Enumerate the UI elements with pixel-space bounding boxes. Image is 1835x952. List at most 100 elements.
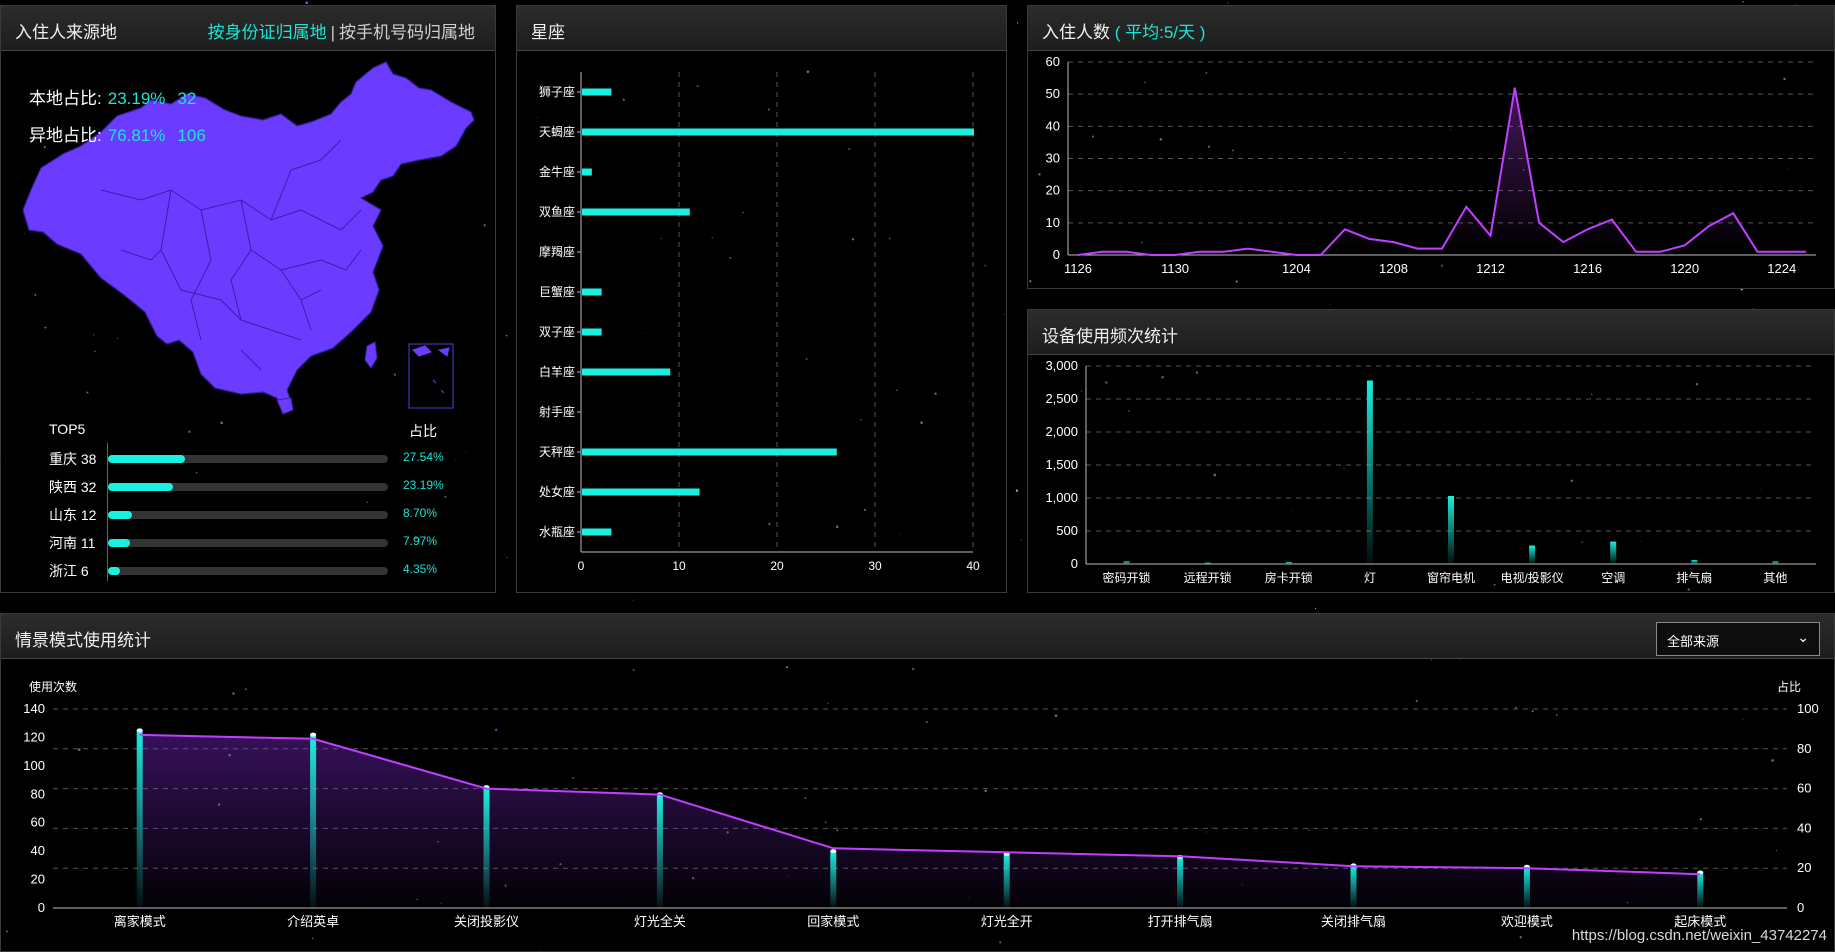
y-tick-label: 140 <box>23 701 45 716</box>
category-label: 欢迎模式 <box>1501 914 1553 929</box>
bar <box>830 851 837 908</box>
bar <box>1523 866 1530 908</box>
x-tick-label: 10 <box>672 559 686 573</box>
top5-track <box>108 567 388 575</box>
local-ratio: 本地占比: 23.19% 32 <box>29 84 196 109</box>
x-tick-label: 1208 <box>1379 261 1408 276</box>
top5-track <box>108 483 388 491</box>
bar <box>1529 545 1536 564</box>
switch-phone[interactable]: 按手机号码归属地 <box>339 23 475 42</box>
star-dot <box>1015 489 1019 492</box>
checkin-average: ( 平均:5/天 ) <box>1114 23 1206 42</box>
ratio-label: 占比 <box>409 423 437 439</box>
remote-ratio-count: 106 <box>177 126 206 145</box>
bar <box>582 368 671 376</box>
bar <box>1772 561 1779 564</box>
zodiac-panel-header: 星座 <box>517 6 1006 51</box>
bar <box>1350 865 1357 908</box>
y2-tick-label: 60 <box>1797 781 1811 796</box>
top5-name: 重庆 38 <box>49 451 97 467</box>
star-dot <box>506 556 508 558</box>
device-panel-title: 设备使用频次统计 <box>1042 327 1178 346</box>
category-label: 回家模式 <box>807 914 859 929</box>
x-tick-label: 20 <box>770 559 784 573</box>
category-label: 介绍英卓 <box>287 914 339 929</box>
local-ratio-label: 本地占比: <box>29 89 102 108</box>
china-map[interactable] <box>1 50 497 450</box>
top5-pct: 27.54% <box>403 450 444 464</box>
y-tick-label: 1,000 <box>1045 490 1078 505</box>
category-label: 灯光全开 <box>981 914 1033 929</box>
source-select-value: 全部来源 <box>1667 634 1720 649</box>
category-label: 密码开锁 <box>1103 570 1151 585</box>
scene-panel: 情景模式使用统计 全部来源 ⌄ 使用次数 占比 0 20 40 60 80 100 120 140… <box>0 613 1835 952</box>
bar <box>656 794 663 908</box>
device-bar-chart: 0 500 1,000 1,500 2,000 2,500 3,000 密码开锁 远程开锁 房卡开… <box>1045 358 1816 585</box>
top5-label: TOP5 <box>49 421 86 437</box>
south-sea-islands <box>412 345 450 394</box>
bar <box>1697 872 1704 908</box>
category-label: 水瓶座 <box>539 524 575 539</box>
x-tick-label: 1126 <box>1064 261 1092 276</box>
category-label: 灯光全关 <box>634 914 686 929</box>
bar <box>582 128 974 136</box>
bar-cap <box>830 849 837 854</box>
top5-track <box>108 455 388 463</box>
category-label: 天秤座 <box>539 444 575 459</box>
top5-row: 山东 12 8.70% <box>23 505 463 525</box>
source-switch: 按身份证归属地 | 按手机号码归属地 <box>208 18 475 43</box>
y-tick-label: 2,000 <box>1045 424 1078 439</box>
y2-axis-title: 占比 <box>1777 679 1801 694</box>
bar <box>582 208 690 216</box>
y-tick-label: 50 <box>1046 86 1060 101</box>
y-tick-label: 2,500 <box>1045 391 1078 406</box>
top5-pct: 7.97% <box>403 534 438 548</box>
top5-fill <box>108 539 131 547</box>
checkin-line-chart: 0 10 20 30 40 50 60 1126 1130 1204 1208 1212 1216 122… <box>1046 54 1816 276</box>
taiwan-shape <box>364 341 378 369</box>
star-dot <box>305 1 308 5</box>
y-tick-label: 100 <box>23 758 45 773</box>
bar <box>310 734 317 908</box>
x-tick-label: 40 <box>966 559 980 573</box>
y-tick-label: 0 <box>1053 247 1060 262</box>
x-tick-label: 30 <box>868 559 882 573</box>
remote-ratio: 异地占比: 76.81% 106 <box>29 121 206 146</box>
y-tick-label: 1,500 <box>1045 457 1078 472</box>
category-label: 射手座 <box>539 404 575 419</box>
y-tick-label: 40 <box>1046 118 1060 133</box>
top5-pct: 23.19% <box>403 478 444 492</box>
y-tick-label: 60 <box>1046 54 1060 69</box>
switch-separator: | <box>330 23 335 42</box>
star-dot <box>1742 1 1744 3</box>
top5-name: 浙江 6 <box>49 563 89 579</box>
bar <box>582 528 612 536</box>
y-axis-title: 使用次数 <box>29 679 77 694</box>
top5-fill <box>108 567 121 575</box>
scene-panel-title: 情景模式使用统计 <box>15 631 151 650</box>
bar <box>1448 496 1454 564</box>
top5-name: 山东 12 <box>49 507 97 523</box>
y-tick-label: 0 <box>1071 556 1078 571</box>
star-dot <box>1227 2 1229 4</box>
zodiac-bar-chart: 0 10 20 30 40 狮子座天蝎座金牛座双鱼座摩羯座巨蟹座双子座白羊座射手座天秤座处… <box>539 72 980 573</box>
category-label: 处女座 <box>539 484 575 499</box>
top5-pct: 8.70% <box>403 506 438 520</box>
x-tick-label: 0 <box>578 559 585 573</box>
x-tick-label: 1224 <box>1767 261 1796 276</box>
category-label: 排气扇 <box>1676 570 1712 585</box>
star-dot <box>632 599 634 601</box>
bar-cap <box>310 732 317 737</box>
y2-tick-label: 100 <box>1797 701 1819 716</box>
bar <box>1204 562 1211 564</box>
zodiac-panel: 星座 0 10 20 30 40 狮子座 天蝎座 金牛座 双鱼座 摩羯座 巨蟹座 双子座 白羊座 射手座天… <box>516 5 1007 593</box>
bar <box>582 448 837 456</box>
y2-tick-label: 80 <box>1797 741 1811 756</box>
bar <box>582 488 700 496</box>
checkin-title-text: 入住人数 <box>1042 23 1110 42</box>
switch-id-card[interactable]: 按身份证归属地 <box>208 23 327 42</box>
local-ratio-pct: 23.19% <box>107 89 166 108</box>
y2-tick-label: 0 <box>1797 900 1804 915</box>
x-tick-label: 1130 <box>1161 261 1189 276</box>
source-select[interactable]: 全部来源 ⌄ <box>1656 622 1820 656</box>
